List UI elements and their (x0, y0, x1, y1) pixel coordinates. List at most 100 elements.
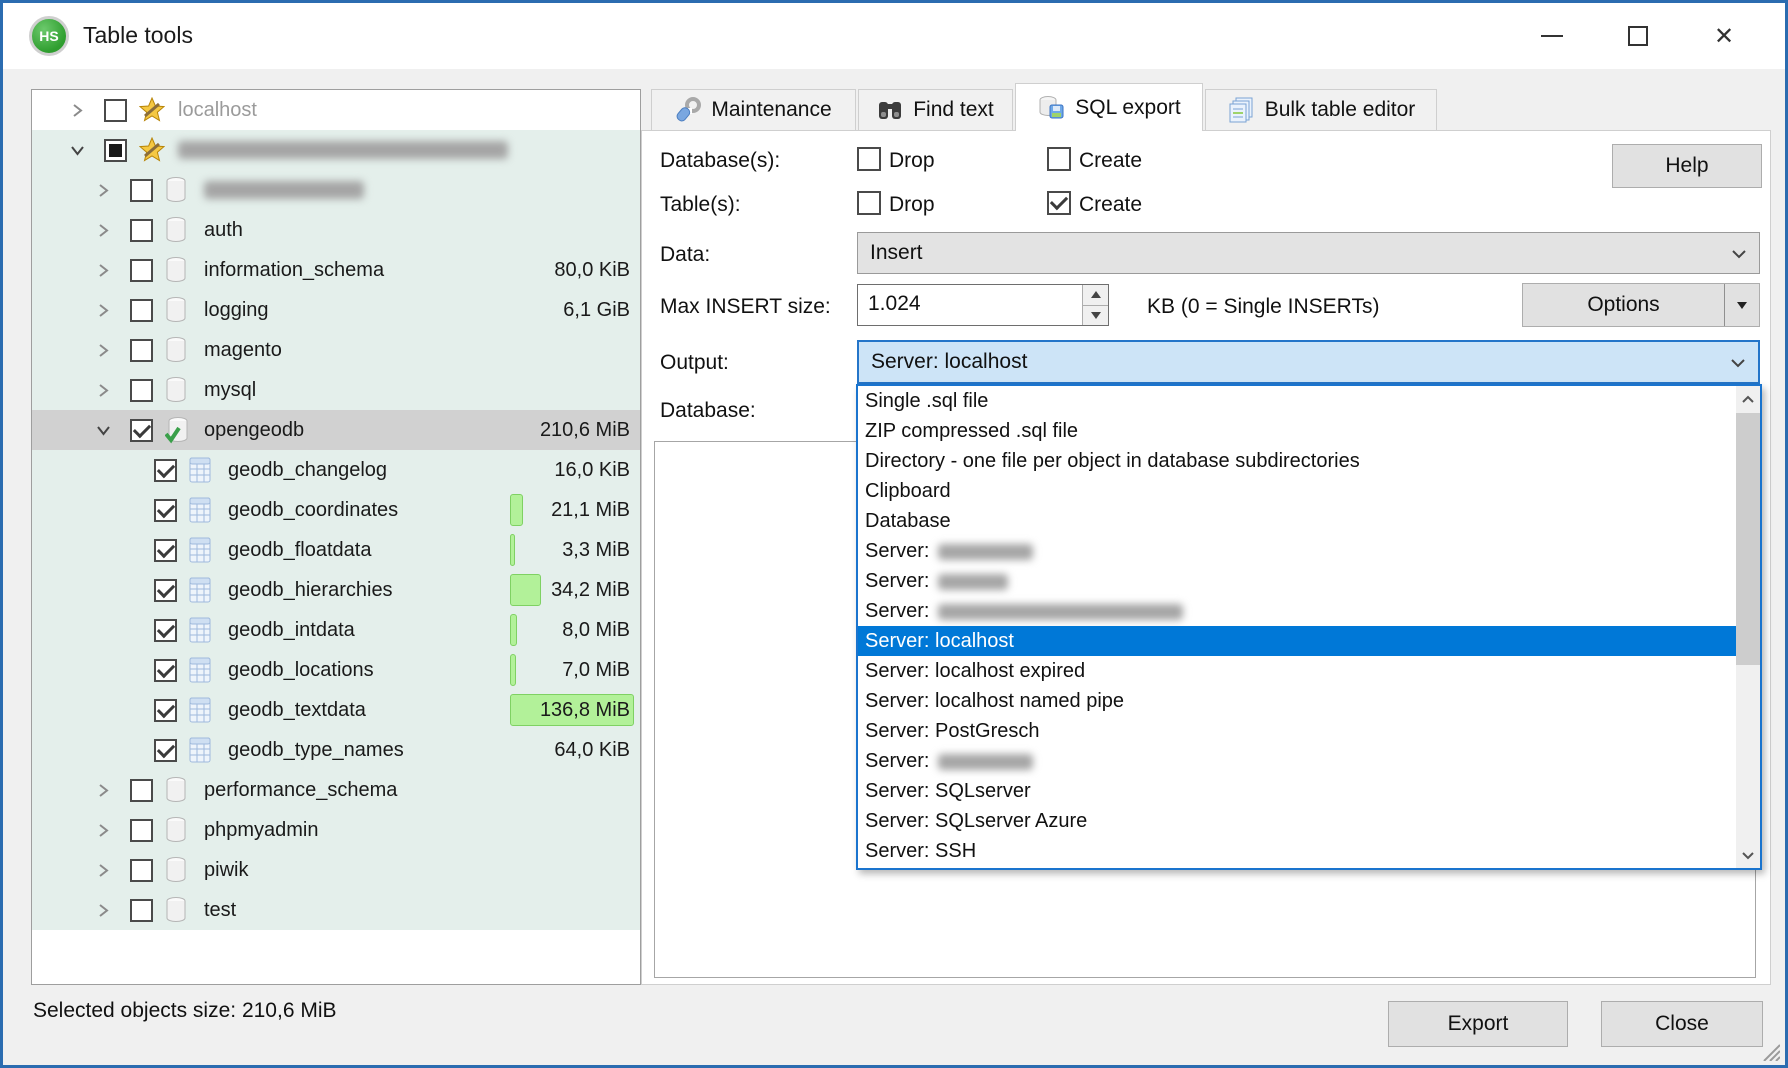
tree-checkbox[interactable] (154, 579, 177, 602)
tree-row[interactable]: auth (32, 210, 640, 250)
chevron-right-icon[interactable] (96, 823, 130, 838)
chevron-right-icon[interactable] (70, 103, 104, 118)
tab-maintenance[interactable]: Maintenance (651, 89, 856, 130)
chevron-right-icon[interactable] (96, 303, 130, 318)
resize-grip-icon[interactable] (1756, 1037, 1780, 1061)
chevron-right-icon[interactable] (96, 383, 130, 398)
scrollbar-thumb[interactable] (1736, 413, 1760, 665)
tree-row[interactable]: opengeodb210,6 MiB (32, 410, 640, 450)
tree-row[interactable]: geodb_coordinates21,1 MiB (32, 490, 640, 530)
dropdown-option[interactable]: Directory - one file per object in datab… (858, 446, 1736, 476)
tab-sql-export[interactable]: SQL export (1015, 83, 1203, 131)
dropdown-option[interactable]: Server: localhost named pipe (858, 686, 1736, 716)
dropdown-option[interactable]: Server: (858, 536, 1736, 566)
minimize-button[interactable] (1509, 3, 1595, 69)
tree-checkbox[interactable] (130, 179, 153, 202)
tree-checkbox[interactable] (154, 539, 177, 562)
dropdown-option[interactable]: Server: SSH (858, 836, 1736, 866)
tree-row[interactable]: mysql (32, 370, 640, 410)
dropdown-option[interactable]: Server: (858, 596, 1736, 626)
databases-create-checkbox[interactable] (1047, 147, 1071, 171)
tree-row[interactable] (32, 170, 640, 210)
chevron-right-icon[interactable] (96, 863, 130, 878)
tree-checkbox[interactable] (130, 819, 153, 842)
dropdown-scrollbar[interactable] (1736, 386, 1760, 868)
tables-drop-checkbox[interactable] (857, 191, 881, 215)
tree-row[interactable]: geodb_textdata136,8 MiB (32, 690, 640, 730)
tree-row[interactable]: geodb_hierarchies34,2 MiB (32, 570, 640, 610)
tree-row[interactable]: geodb_floatdata3,3 MiB (32, 530, 640, 570)
tree-row[interactable] (32, 130, 640, 170)
tree-checkbox[interactable] (154, 699, 177, 722)
export-button[interactable]: Export (1388, 1001, 1568, 1047)
tree-row[interactable]: magento (32, 330, 640, 370)
tree-checkbox[interactable] (130, 219, 153, 242)
tree-checkbox[interactable] (154, 459, 177, 482)
dropdown-option[interactable]: Server: SQLserver (858, 776, 1736, 806)
dropdown-option[interactable]: Clipboard (858, 476, 1736, 506)
data-select[interactable]: Insert (857, 232, 1760, 274)
dropdown-option[interactable]: Server: PostGresch (858, 716, 1736, 746)
table-icon (189, 737, 215, 763)
tree-row[interactable]: performance_schema (32, 770, 640, 810)
tree-checkbox[interactable] (130, 379, 153, 402)
close-window-button[interactable]: ✕ (1681, 3, 1767, 69)
tree-checkbox[interactable] (130, 339, 153, 362)
tree-row[interactable]: logging6,1 GiB (32, 290, 640, 330)
spin-up-button[interactable] (1083, 285, 1108, 305)
chevron-right-icon[interactable] (96, 783, 130, 798)
tree-row[interactable]: test (32, 890, 640, 930)
maximize-button[interactable] (1595, 3, 1681, 69)
dropdown-option[interactable]: Server: SQLserver Azure (858, 806, 1736, 836)
chevron-right-icon[interactable] (96, 223, 130, 238)
tree-checkbox[interactable] (154, 499, 177, 522)
dropdown-option[interactable]: ZIP compressed .sql file (858, 416, 1736, 446)
tree-checkbox[interactable] (154, 659, 177, 682)
output-dropdown-list: Single .sql file ZIP compressed .sql file… (856, 384, 1762, 870)
output-select[interactable]: Server: localhost (857, 340, 1760, 384)
dropdown-option[interactable]: Server: (858, 746, 1736, 776)
dropdown-option[interactable]: Server: localhost (858, 626, 1736, 656)
dropdown-option[interactable]: Server: (858, 566, 1736, 596)
tree-row[interactable]: localhost (32, 90, 640, 130)
tree-row[interactable]: information_schema80,0 KiB (32, 250, 640, 290)
scroll-down-button[interactable] (1736, 842, 1760, 868)
tree-checkbox[interactable] (104, 139, 127, 162)
tree-checkbox[interactable] (104, 99, 127, 122)
tree-row[interactable]: geodb_locations7,0 MiB (32, 650, 640, 690)
option-label: ZIP compressed .sql file (865, 420, 1078, 442)
tab-bulk-table-editor[interactable]: Bulk table editor (1205, 89, 1437, 130)
tree-checkbox[interactable] (130, 779, 153, 802)
tree-row[interactable]: geodb_intdata8,0 MiB (32, 610, 640, 650)
tree-checkbox[interactable] (130, 299, 153, 322)
tree-checkbox[interactable] (154, 619, 177, 642)
tree-row[interactable]: geodb_type_names64,0 KiB (32, 730, 640, 770)
chevron-down-icon[interactable] (70, 143, 104, 158)
dropdown-option[interactable]: Database (858, 506, 1736, 536)
tree-checkbox[interactable] (154, 739, 177, 762)
chevron-down-icon[interactable] (96, 423, 130, 438)
chevron-right-icon[interactable] (96, 183, 130, 198)
tree-row[interactable]: geodb_changelog16,0 KiB (32, 450, 640, 490)
tree-row[interactable]: piwik (32, 850, 640, 890)
close-button[interactable]: Close (1601, 1001, 1763, 1047)
tree-row[interactable]: phpmyadmin (32, 810, 640, 850)
dropdown-option[interactable]: Server: localhost expired (858, 656, 1736, 686)
chevron-right-icon[interactable] (96, 343, 130, 358)
tree-checkbox[interactable] (130, 259, 153, 282)
tree-checkbox[interactable] (130, 859, 153, 882)
tab-find-text[interactable]: Find text (858, 89, 1013, 130)
chevron-right-icon[interactable] (96, 263, 130, 278)
help-button[interactable]: Help (1612, 144, 1762, 188)
spin-down-button[interactable] (1083, 305, 1108, 326)
tables-create-checkbox[interactable] (1047, 191, 1071, 215)
chevron-right-icon[interactable] (96, 903, 130, 918)
scroll-up-button[interactable] (1736, 386, 1760, 412)
dropdown-option[interactable]: Single .sql file (858, 386, 1736, 416)
databases-drop-checkbox[interactable] (857, 147, 881, 171)
tree-checkbox[interactable] (130, 419, 153, 442)
tree-checkbox[interactable] (130, 899, 153, 922)
options-dropdown-button[interactable] (1725, 302, 1759, 309)
max-insert-size-input[interactable]: 1.024 (857, 284, 1109, 326)
options-split-button[interactable]: Options (1522, 283, 1760, 327)
